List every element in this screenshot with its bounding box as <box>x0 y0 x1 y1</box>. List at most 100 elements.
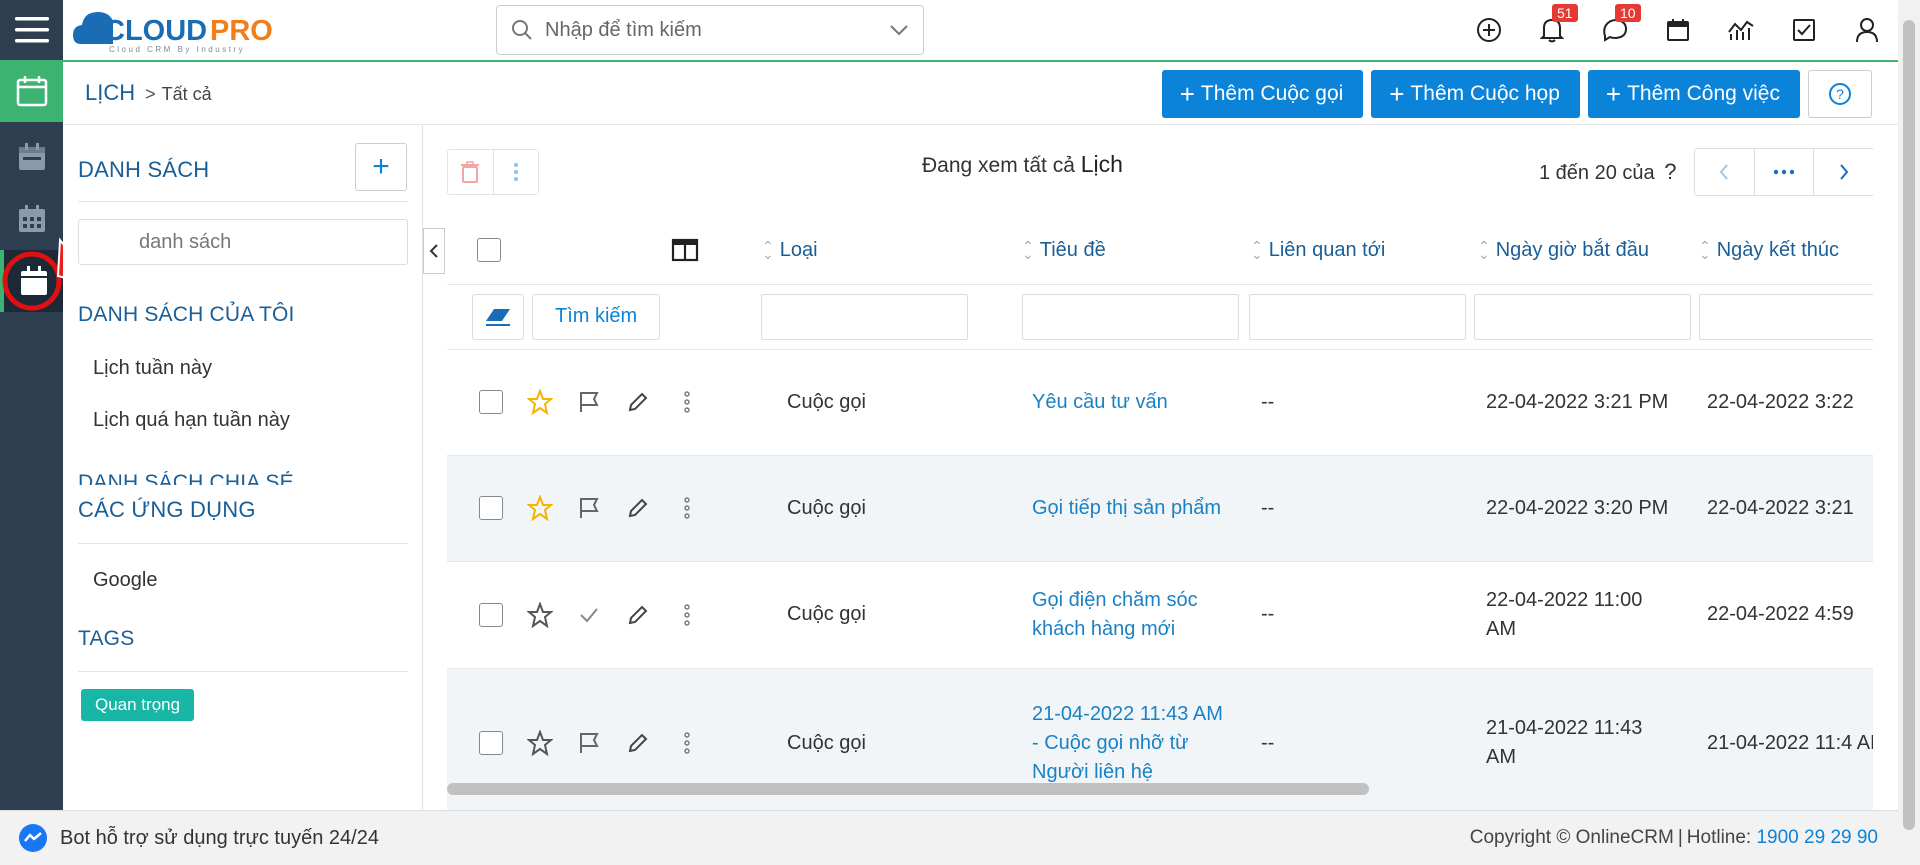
chevron-down-icon[interactable] <box>889 24 909 36</box>
rail-calendar-grid-icon[interactable] <box>0 188 63 250</box>
chat-badge: 10 <box>1615 4 1641 22</box>
menu-icon[interactable] <box>0 0 63 60</box>
edit-pencil-icon[interactable] <box>613 731 662 755</box>
svg-text:?: ? <box>1836 86 1844 102</box>
star-icon[interactable] <box>515 389 564 415</box>
edit-pencil-icon[interactable] <box>613 496 662 520</box>
chat-icon[interactable]: 10 <box>1583 0 1646 60</box>
prev-page-icon[interactable] <box>1695 149 1754 195</box>
flag-icon[interactable] <box>564 390 613 414</box>
select-all-checkbox[interactable] <box>477 238 501 263</box>
rail-calendar-icon[interactable] <box>0 60 63 122</box>
bell-icon[interactable]: 51 <box>1520 0 1583 60</box>
my-list-item[interactable]: Lịch quá hạn tuần này <box>93 409 290 432</box>
scrollbar-thumb[interactable] <box>1903 20 1915 830</box>
add-call-button[interactable]: + Thêm Cuộc gọi <box>1161 70 1364 118</box>
add-task-button[interactable]: + Thêm Công việc <box>1587 70 1800 118</box>
report-chart-icon[interactable] <box>1709 0 1772 60</box>
cell-title-link[interactable]: Yêu cầu tư vấn <box>1022 349 1249 456</box>
user-icon[interactable] <box>1835 0 1898 60</box>
support-bot[interactable]: Bot hỗ trợ sử dụng trực tuyến 24/24 <box>18 823 379 853</box>
cell-end: 21-04-2022 11:4 AM <box>1699 668 1873 810</box>
filter-input[interactable] <box>1022 293 1239 340</box>
add-circle-icon[interactable] <box>1457 0 1520 60</box>
my-list-item[interactable]: Lịch tuần này <box>93 357 212 380</box>
sub-header: LỊCH > Tất cả + Thêm Cuộc gọi + Thêm Cuộc … <box>63 62 1898 125</box>
left-rail <box>0 0 63 810</box>
divider <box>78 201 408 202</box>
row-checkbox[interactable] <box>479 731 503 755</box>
plus-icon: + <box>1389 79 1405 109</box>
row-checkbox[interactable] <box>479 390 503 414</box>
page-more-icon[interactable] <box>1753 149 1814 195</box>
filter-input[interactable] <box>1249 293 1466 340</box>
star-icon[interactable] <box>515 495 564 521</box>
help-button[interactable]: ? <box>1808 70 1872 118</box>
eraser-icon[interactable] <box>472 293 524 340</box>
edit-pencil-icon[interactable] <box>613 603 662 627</box>
svg-text:CLOUD: CLOUD <box>104 15 207 47</box>
column-header[interactable]: ⌃ ⌄ Ngày kết thúc <box>1699 239 1873 262</box>
breadcrumb-module[interactable]: LỊCH <box>85 80 135 106</box>
pagination-controls <box>1694 148 1873 196</box>
star-icon[interactable] <box>515 601 564 628</box>
tag-badge[interactable]: Quan trọng <box>81 689 195 721</box>
table-row[interactable]: Cuộc gọi Gọi điện chăm sóc khách hàng mớ… <box>447 561 1873 669</box>
flag-icon[interactable] <box>564 731 613 755</box>
search-button[interactable]: Tìm kiếm <box>532 293 661 340</box>
table-row[interactable]: Cuộc gọi Gọi tiếp thị sản phẩm -- 22-04-… <box>447 455 1873 562</box>
vertical-scrollbar[interactable] <box>1898 0 1920 865</box>
cell-type: Cuộc gọi <box>747 349 1022 456</box>
column-layout-icon[interactable] <box>671 238 699 262</box>
trash-icon[interactable] <box>448 150 493 194</box>
cell-start: 21-04-2022 11:43 AM <box>1474 668 1699 810</box>
flag-icon[interactable] <box>564 496 613 520</box>
column-header[interactable]: ⌃ ⌄ Loại <box>747 239 1022 262</box>
task-check-icon[interactable] <box>1772 0 1835 60</box>
chevron-left-icon <box>429 244 438 258</box>
cell-title-link[interactable]: Gọi tiếp thị sản phẩm <box>1022 455 1249 562</box>
more-vertical-icon[interactable] <box>662 732 711 754</box>
list-search-input[interactable]: danh sách <box>78 219 408 265</box>
cell-end: 22-04-2022 3:21 <box>1699 455 1873 562</box>
cell-start: 22-04-2022 3:21 PM <box>1474 349 1699 456</box>
collapse-panel-button[interactable] <box>423 228 445 274</box>
rail-calendar-day-icon[interactable] <box>0 250 63 312</box>
cloudpro-logo[interactable]: CLOUD PRO Cloud CRM By Industry <box>71 4 301 56</box>
column-header[interactable]: ⌃ ⌄ Tiêu đề <box>1022 239 1249 262</box>
global-search[interactable]: Nhập để tìm kiếm <box>496 5 924 55</box>
table-row[interactable]: Cuộc gọi Yêu cầu tư vấn -- 22-04-2022 3:… <box>447 349 1873 456</box>
cell-end: 22-04-2022 4:59 <box>1699 561 1873 669</box>
breadcrumb-separator: > <box>145 84 156 104</box>
calendar-icon[interactable] <box>1646 0 1709 60</box>
edit-pencil-icon[interactable] <box>613 390 662 414</box>
more-vertical-icon[interactable] <box>662 497 711 519</box>
apps-title: CÁC ỨNG DỤNG <box>78 497 256 522</box>
search-input[interactable]: Nhập để tìm kiếm <box>545 19 889 42</box>
viewing-label: Đang xem tất cả Lịch <box>922 151 1123 177</box>
hotline-link[interactable]: 1900 29 29 90 <box>1756 827 1878 848</box>
more-vertical-icon[interactable] <box>492 150 539 194</box>
filter-row: Tìm kiếm <box>447 284 1873 350</box>
add-meeting-button[interactable]: + Thêm Cuộc họp <box>1371 70 1580 118</box>
row-checkbox[interactable] <box>479 496 503 520</box>
next-page-icon[interactable] <box>1813 149 1873 195</box>
add-list-button[interactable]: + <box>355 143 407 191</box>
cell-related: -- <box>1249 349 1474 456</box>
app-item-google[interactable]: Google <box>93 569 158 592</box>
mass-action-toolbar <box>447 149 539 195</box>
check-icon[interactable] <box>564 603 613 627</box>
rail-calendar-list-icon[interactable] <box>0 126 63 188</box>
filter-input[interactable] <box>1699 293 1873 340</box>
cell-related: -- <box>1249 455 1474 562</box>
more-vertical-icon[interactable] <box>662 603 711 626</box>
star-icon[interactable] <box>515 730 564 756</box>
row-checkbox[interactable] <box>479 602 503 627</box>
filter-input[interactable] <box>761 293 968 340</box>
cell-title-link[interactable]: Gọi điện chăm sóc khách hàng mới <box>1022 561 1249 669</box>
more-vertical-icon[interactable] <box>662 391 711 413</box>
column-header[interactable]: ⌃ ⌄ Liên quan tới <box>1249 239 1474 262</box>
column-header[interactable]: ⌃ ⌄ Ngày giờ bắt đầu <box>1474 239 1699 262</box>
filter-input[interactable] <box>1474 293 1691 340</box>
horizontal-scrollbar[interactable] <box>447 783 1369 795</box>
